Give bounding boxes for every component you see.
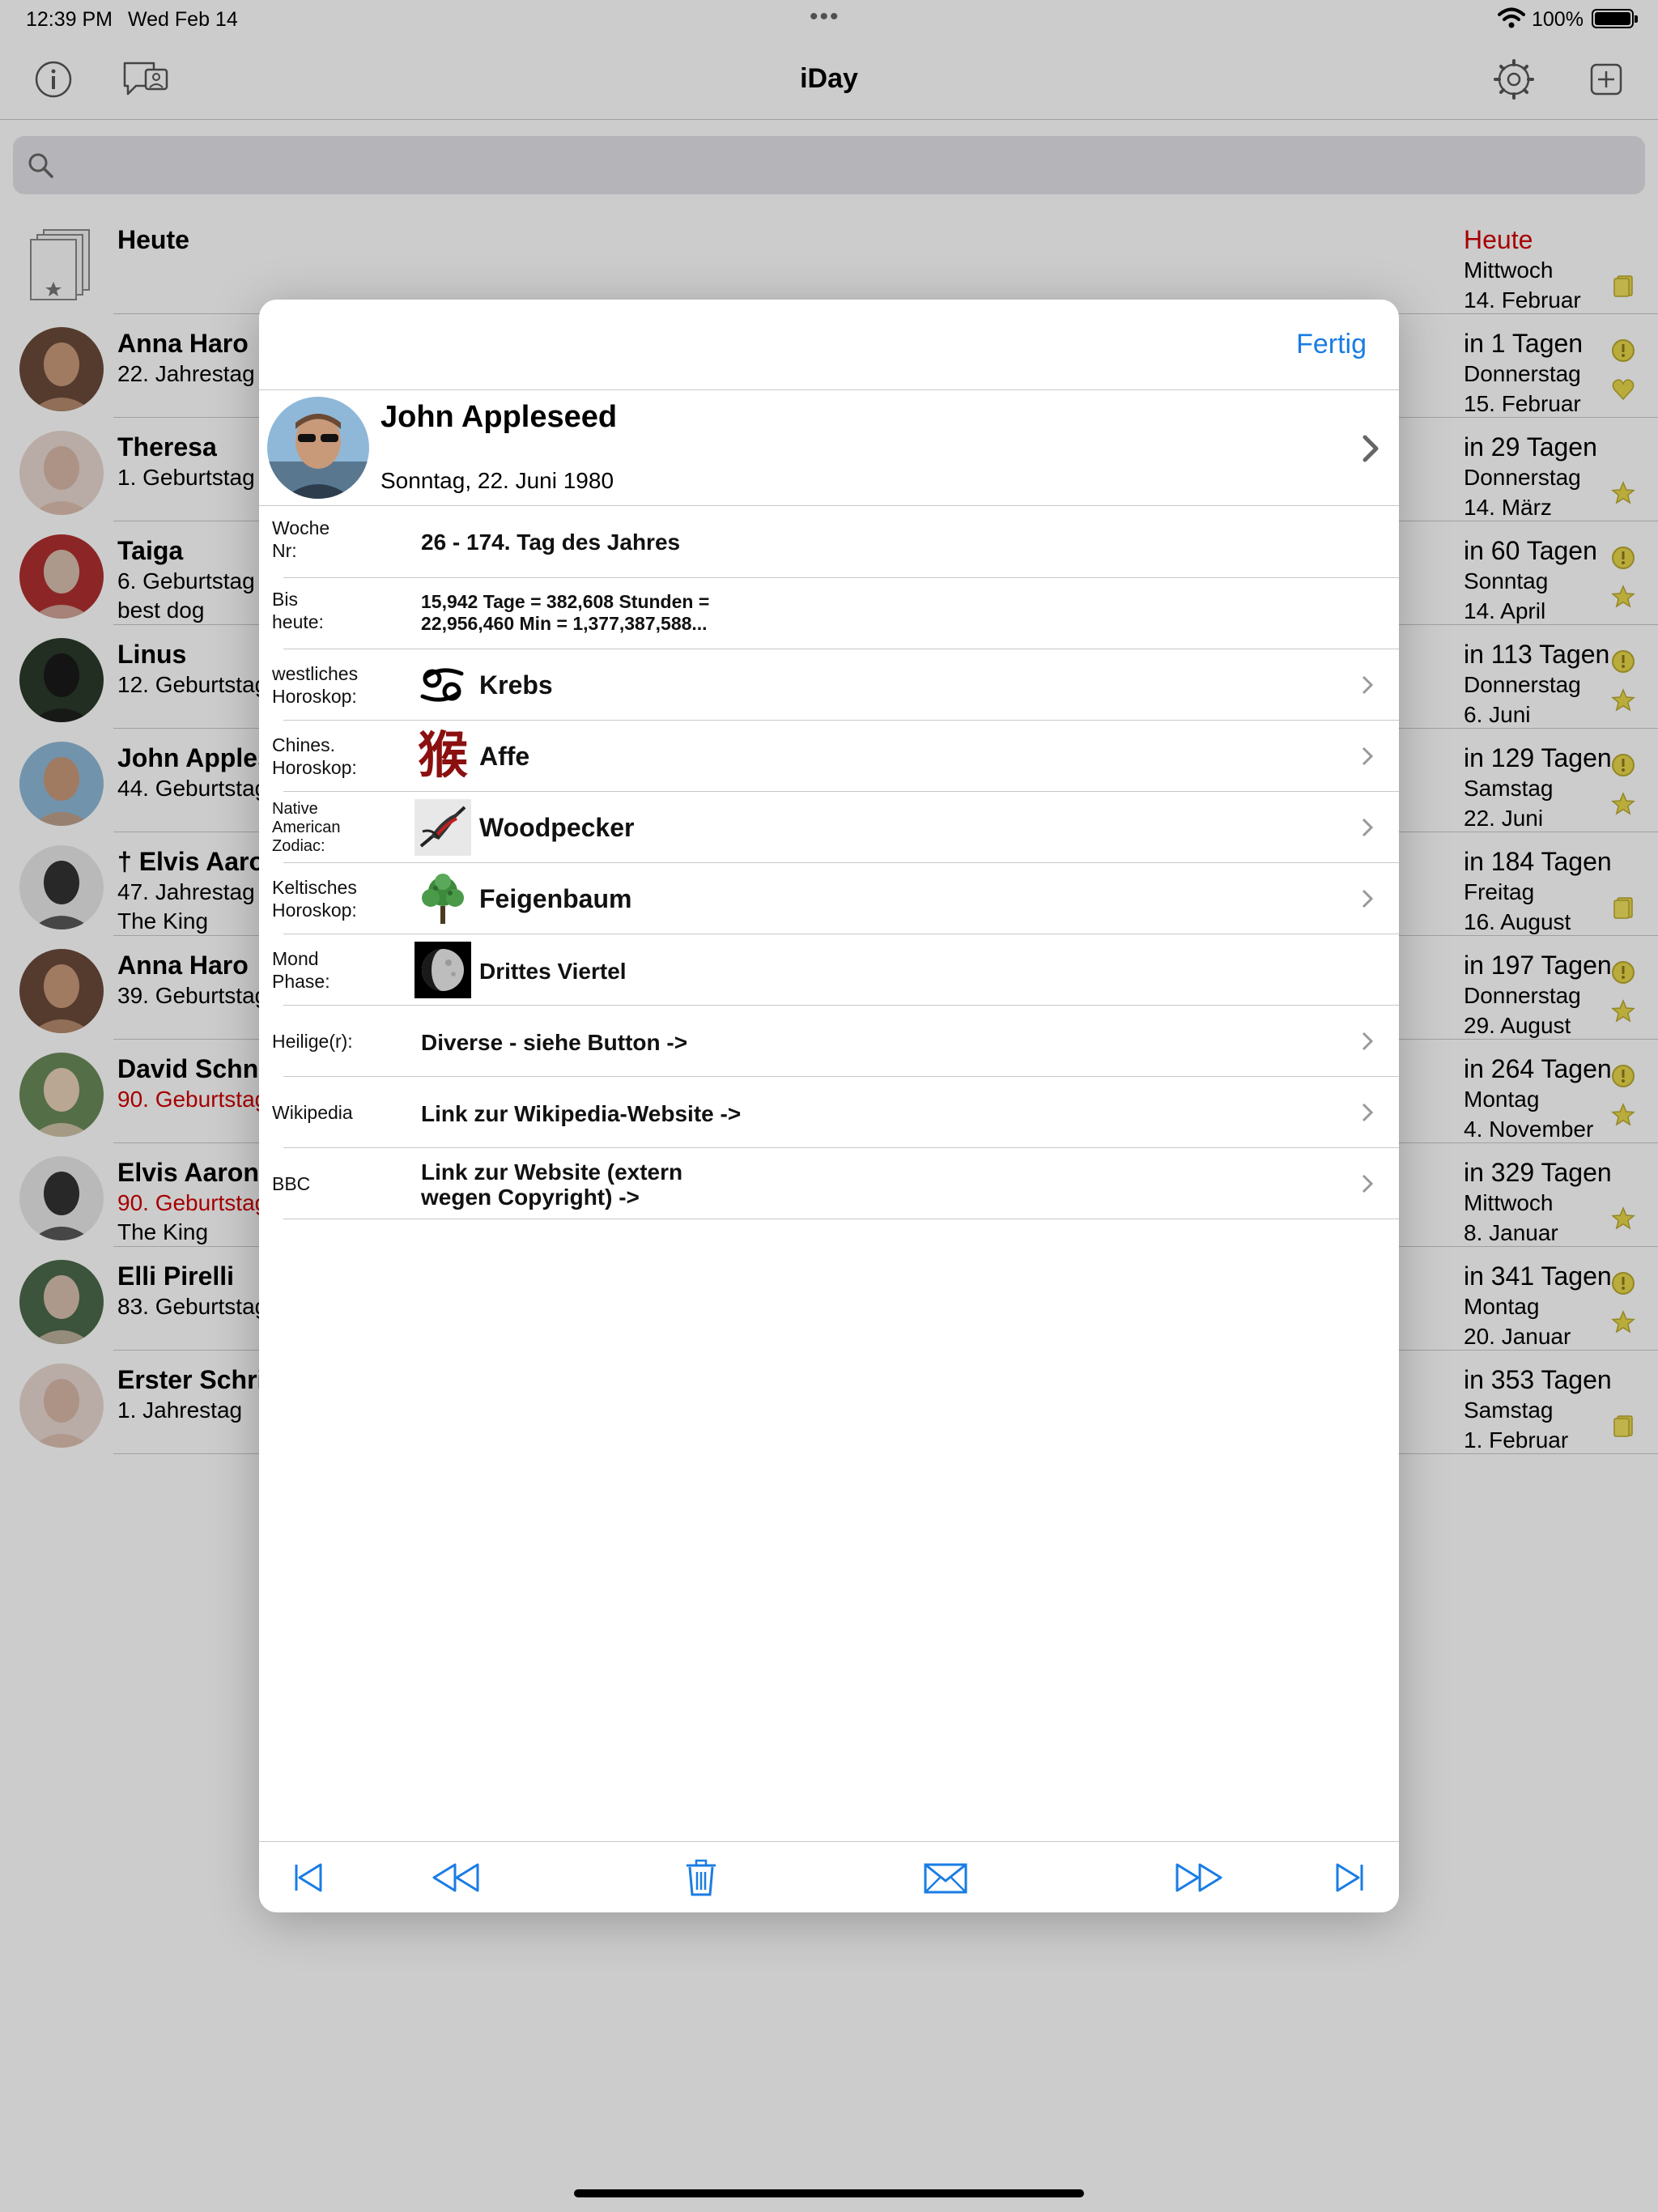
cancer-zodiac-icon	[420, 668, 464, 702]
skip-to-first-icon[interactable]	[287, 1858, 329, 1897]
done-button[interactable]: Fertig	[1296, 329, 1367, 360]
chinese-label: Chines. Horoskop:	[272, 734, 357, 778]
chevron-right-icon	[1362, 1103, 1374, 1122]
since-row: Bis heute: 15,942 Tage = 382,608 Stunden …	[259, 578, 1399, 649]
home-indicator[interactable]	[574, 2189, 1084, 2197]
chinese-value: Affe	[479, 742, 530, 771]
native-label: Native American Zodiac:	[272, 800, 341, 855]
person-avatar	[267, 397, 369, 499]
bbc-label: BBC	[272, 1173, 311, 1194]
saints-label: Heilige(r):	[272, 1031, 353, 1052]
woodpecker-icon	[414, 799, 471, 856]
monkey-glyph-icon: 猴	[417, 725, 468, 785]
fig-tree-icon	[422, 874, 464, 924]
chevron-right-icon	[1362, 889, 1374, 908]
bbc-row[interactable]: BBC Link zur Website (extern wegen Copyri…	[259, 1148, 1399, 1219]
celtic-value: Feigenbaum	[479, 884, 632, 913]
western-label: westliches Horoskop:	[272, 663, 359, 707]
saints-value: Diverse - siehe Button ->	[421, 1030, 688, 1055]
trash-icon[interactable]	[680, 1858, 722, 1897]
chevron-right-icon	[1362, 675, 1374, 695]
western-value: Krebs	[479, 670, 553, 700]
chevron-right-icon	[1363, 435, 1379, 462]
person-date: Sonntag, 22. Juni 1980	[380, 468, 614, 493]
celtic-horoscope-row[interactable]: Keltisches Horoskop: Feigenbaum	[259, 863, 1399, 934]
rewind-icon[interactable]	[429, 1858, 483, 1897]
chevron-right-icon	[1362, 1032, 1374, 1051]
skip-to-last-icon[interactable]	[1329, 1858, 1371, 1897]
chinese-horoscope-row[interactable]: Chines. Horoskop: 猴 Affe	[259, 721, 1399, 792]
week-label: Woche Nr:	[272, 517, 330, 561]
week-row: Woche Nr: 26 - 174. Tag des Jahres	[259, 507, 1399, 578]
wikipedia-label: Wikipedia	[272, 1102, 353, 1123]
since-label: Bis heute:	[272, 589, 324, 632]
chevron-right-icon	[1362, 747, 1374, 766]
fast-forward-icon[interactable]	[1172, 1858, 1226, 1897]
wikipedia-value: Link zur Wikipedia-Website ->	[421, 1101, 742, 1126]
modal-header: Fertig	[259, 300, 1399, 390]
celtic-label: Keltisches Horoskop:	[272, 877, 357, 921]
since-value: 15,942 Tage = 382,608 Stunden = 22,956,46…	[421, 591, 710, 634]
moon-label: Mond Phase:	[272, 948, 330, 992]
native-zodiac-row[interactable]: Native American Zodiac: Woodpecker	[259, 792, 1399, 863]
moon-phase-row: Mond Phase: Drittes Viertel	[259, 934, 1399, 1006]
native-value: Woodpecker	[479, 813, 635, 842]
western-horoscope-row[interactable]: westliches Horoskop: Krebs	[259, 649, 1399, 721]
wikipedia-row[interactable]: Wikipedia Link zur Wikipedia-Website ->	[259, 1077, 1399, 1148]
moon-phase-icon	[414, 942, 471, 998]
modal-toolbar	[259, 1841, 1399, 1912]
bbc-value: Link zur Website (extern wegen Copyright)…	[421, 1159, 683, 1210]
chevron-right-icon	[1362, 818, 1374, 837]
chevron-right-icon	[1362, 1174, 1374, 1193]
moon-value: Drittes Viertel	[479, 959, 627, 984]
detail-modal: Fertig John Appleseed Sonntag, 22. Juni …	[259, 300, 1399, 1912]
person-name: John Appleseed	[380, 400, 618, 434]
mail-icon[interactable]	[921, 1858, 970, 1897]
week-value: 26 - 174. Tag des Jahres	[421, 530, 681, 555]
saints-row[interactable]: Heilige(r): Diverse - siehe Button ->	[259, 1006, 1399, 1077]
person-header[interactable]: John Appleseed Sonntag, 22. Juni 1980	[259, 390, 1399, 506]
